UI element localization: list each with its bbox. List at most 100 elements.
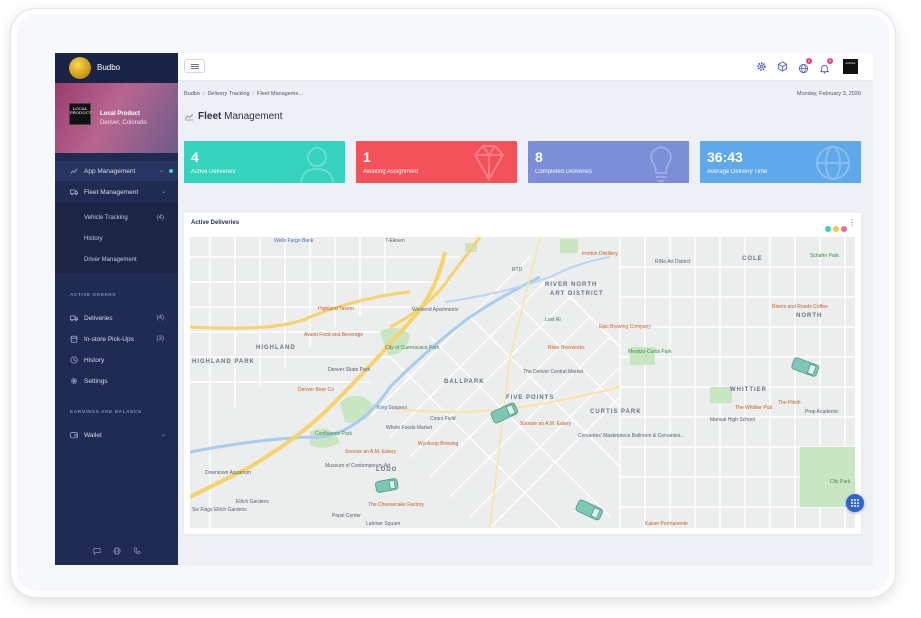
map-label: Schafer Park bbox=[810, 253, 839, 259]
truck-icon bbox=[70, 189, 78, 196]
truck-icon bbox=[70, 315, 78, 322]
map-label: 7-Eleven bbox=[385, 238, 405, 244]
map-label: Six Flags Elitch Gardens bbox=[192, 507, 247, 513]
stat-value: 8 bbox=[535, 149, 543, 165]
chat-icon[interactable] bbox=[93, 547, 101, 555]
phone-icon[interactable] bbox=[133, 547, 141, 555]
user-icon bbox=[300, 147, 334, 183]
apps-grid-button[interactable] bbox=[846, 494, 864, 512]
globe-icon bbox=[816, 146, 850, 180]
map-label: COLE bbox=[742, 256, 763, 262]
panel-color-dots bbox=[823, 219, 847, 237]
chevron-down-icon: ⌄ bbox=[160, 189, 166, 195]
profile-avatar[interactable]: LOCAL PRODUCT bbox=[69, 103, 91, 125]
submenu-item-vehicle-tracking[interactable]: Vehicle Tracking bbox=[84, 215, 128, 221]
more-menu-icon[interactable]: ⋮ bbox=[848, 218, 856, 227]
globe-icon bbox=[798, 63, 809, 74]
sidebar-item-label: Settings bbox=[84, 378, 108, 385]
count-badge: (4) bbox=[156, 215, 164, 221]
bell-icon bbox=[819, 64, 830, 74]
grid-icon bbox=[851, 499, 859, 507]
map-label: Denver Skate Park bbox=[328, 367, 370, 373]
page-title: Fleet Management bbox=[198, 111, 283, 122]
sidebar-item-deliveries[interactable]: Deliveries (4) bbox=[55, 308, 178, 328]
sidebar-item-wallet[interactable]: Wallet ⌄ bbox=[55, 425, 178, 445]
map-label: Elitch Gardens bbox=[236, 499, 269, 505]
dot-yellow[interactable] bbox=[833, 226, 839, 232]
map-label: Epic Brewing Company bbox=[599, 324, 651, 330]
profile-location: Denver, Colorado bbox=[100, 120, 147, 126]
stat-card-completed-deliveries[interactable]: 8 Completed Deliveries bbox=[528, 141, 689, 183]
chevron-down-icon: ⌄ bbox=[158, 168, 164, 174]
sidebar-item-fleet-management[interactable]: Fleet Management ⌄ bbox=[55, 182, 178, 202]
stat-card-active-deliveries[interactable]: 4 Active Deliveries bbox=[184, 141, 345, 183]
delivery-map[interactable]: Wells Fargo Bank 7-Eleven RiNo Art Distr… bbox=[190, 237, 855, 528]
map-label: Confluence Park bbox=[315, 431, 352, 437]
gear-icon bbox=[71, 378, 77, 384]
map-label: RiNo Art District bbox=[655, 259, 691, 265]
page-title-rest: Management bbox=[221, 111, 283, 122]
profile-name: Local Product bbox=[100, 111, 141, 117]
sidebar-item-label: Deliveries bbox=[84, 315, 113, 322]
map-label: Kaiser Permanente bbox=[645, 521, 688, 527]
map-label: The Plinth bbox=[778, 400, 801, 406]
breadcrumb-item[interactable]: Budbo bbox=[184, 91, 200, 97]
map-label: Downtown Aquarium bbox=[205, 470, 251, 476]
map-label: Whole Foods Market bbox=[386, 425, 433, 431]
user-avatar[interactable]: LOCAL bbox=[843, 59, 858, 74]
menu-toggle-button[interactable] bbox=[184, 59, 205, 73]
map-label: HIGHLAND bbox=[256, 345, 296, 351]
page-title-bold: Fleet bbox=[198, 111, 222, 122]
gear-icon[interactable] bbox=[756, 61, 767, 72]
brand-logo[interactable] bbox=[69, 57, 91, 79]
map-label: BALLPARK bbox=[444, 379, 485, 385]
map-label: RIVER NORTH bbox=[545, 282, 598, 288]
chart-line-icon bbox=[70, 168, 78, 174]
map-canvas bbox=[190, 237, 855, 528]
sidebar-footer bbox=[55, 537, 178, 565]
stat-caption: Active Deliveries bbox=[191, 169, 236, 175]
map-label: Lost Ri bbox=[545, 317, 561, 323]
dot-pink[interactable] bbox=[841, 226, 847, 232]
breadcrumb-item: Fleet Manageme... bbox=[257, 91, 304, 97]
bell-button[interactable]: 8 bbox=[819, 58, 833, 74]
stat-card-awaiting-assignment[interactable]: 1 Awaiting Assignment bbox=[356, 141, 517, 183]
sidebar-item-label: Wallet bbox=[84, 432, 102, 439]
sidebar-item-in-store-pickups[interactable]: In-store Pick-Ups (3) bbox=[55, 329, 178, 349]
app-screen: Budbo LOCAL PRODUCT Local Product Denver… bbox=[55, 53, 873, 565]
active-indicator bbox=[169, 169, 173, 173]
map-label: Manual High School bbox=[710, 417, 755, 423]
map-label: King Soopers bbox=[377, 405, 408, 411]
map-label: Westend Apartments bbox=[412, 307, 459, 313]
map-label: NORTH bbox=[796, 313, 823, 319]
clock-icon bbox=[70, 356, 78, 364]
breadcrumb-item[interactable]: Delivery Tracking bbox=[207, 91, 249, 97]
sidebar-item-label: History bbox=[84, 357, 105, 364]
submenu-item-driver-management[interactable]: Driver Management bbox=[84, 257, 137, 263]
map-label: Mestizo-Curtis Park bbox=[628, 349, 672, 355]
submenu-item-history[interactable]: History bbox=[84, 236, 103, 242]
map-label: Cervantes' Masterpiece Ballroom & Cervan… bbox=[578, 433, 685, 439]
dot-teal[interactable] bbox=[825, 226, 831, 232]
tablet-frame: Budbo LOCAL PRODUCT Local Product Denver… bbox=[10, 8, 896, 598]
fleet-submenu: Vehicle Tracking (4) History Driver Mana… bbox=[55, 203, 178, 273]
globe-icon[interactable] bbox=[113, 547, 121, 555]
map-label: Snooze an A.M. Eatery bbox=[345, 449, 397, 455]
map-label: Denver Beer Co bbox=[298, 387, 334, 393]
globe-button[interactable]: 2 bbox=[798, 58, 812, 74]
map-label: Coors Field bbox=[430, 416, 456, 422]
stat-card-average-delivery-time[interactable]: 36:43 Average Delivery Time bbox=[700, 141, 861, 183]
sidebar-item-history[interactable]: History bbox=[55, 350, 178, 370]
map-label: City of Cuernavaca Park bbox=[385, 345, 440, 351]
sidebar-item-label: In-store Pick-Ups bbox=[84, 336, 134, 343]
cube-icon[interactable] bbox=[777, 61, 788, 72]
sidebar-item-settings[interactable]: Settings bbox=[55, 371, 178, 391]
map-label: The Cheesecake Factory bbox=[368, 502, 424, 508]
stat-value: 4 bbox=[191, 149, 199, 165]
map-label: Highland Tavern bbox=[318, 306, 355, 312]
lightbulb-icon bbox=[650, 145, 672, 182]
stat-caption: Average Delivery Time bbox=[707, 169, 768, 175]
map-label: Ironton Distillery bbox=[582, 251, 618, 257]
brand-name: Budbo bbox=[97, 63, 121, 72]
sidebar-item-app-management[interactable]: App Management ⌄ bbox=[55, 161, 178, 181]
